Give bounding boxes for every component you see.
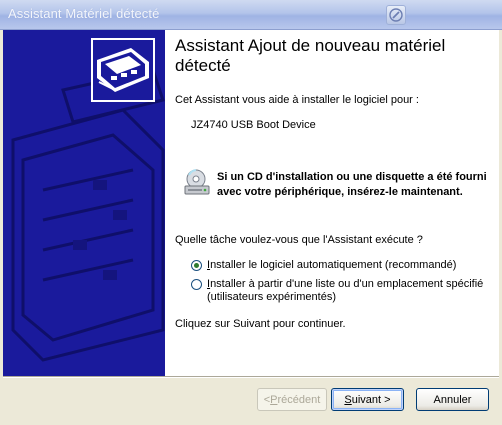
device-name: JZ4740 USB Boot Device xyxy=(191,119,316,131)
cancel-button[interactable]: Annuler xyxy=(416,388,489,411)
task-question: Quelle tâche voulez-vous que l'Assistant… xyxy=(175,234,423,246)
radio-manual[interactable] xyxy=(191,279,202,290)
back-button[interactable]: < Précédent xyxy=(257,388,327,411)
wizard-footer: < Précédent Suivant > Annuler xyxy=(0,378,502,425)
next-button[interactable]: Suivant > xyxy=(331,388,404,411)
continue-hint: Cliquez sur Suivant pour continuer. xyxy=(175,318,346,330)
wizard-heading: Assistant Ajout de nouveau matériel déte… xyxy=(175,36,446,75)
title-bar[interactable]: Assistant Matériel détecté xyxy=(0,0,502,30)
help-icon xyxy=(389,8,403,22)
radio-automatic[interactable] xyxy=(191,260,202,271)
wizard-main: Assistant Ajout de nouveau matériel déte… xyxy=(175,30,495,376)
wizard-side-panel xyxy=(3,30,165,376)
option-automatic[interactable]: Installer le logiciel automatiquement (r… xyxy=(191,259,456,272)
window-title: Assistant Matériel détecté xyxy=(8,6,160,21)
option-automatic-label[interactable]: Installer le logiciel automatiquement (r… xyxy=(207,259,456,272)
help-button[interactable] xyxy=(386,5,406,25)
wizard-body: Assistant Ajout de nouveau matériel déte… xyxy=(3,30,499,376)
option-manual[interactable]: Installer à partir d'une liste ou d'un e… xyxy=(191,278,491,304)
hardware-card-icon xyxy=(91,38,155,102)
cd-drive-icon xyxy=(183,169,211,197)
wizard-window: Assistant Matériel détecté Assistant Ajo… xyxy=(0,0,502,425)
cd-notice: Si un CD d'installation ou une disquette… xyxy=(217,171,487,198)
intro-text: Cet Assistant vous aide à installer le l… xyxy=(175,94,419,106)
option-manual-label[interactable]: Installer à partir d'une liste ou d'un e… xyxy=(207,278,487,304)
